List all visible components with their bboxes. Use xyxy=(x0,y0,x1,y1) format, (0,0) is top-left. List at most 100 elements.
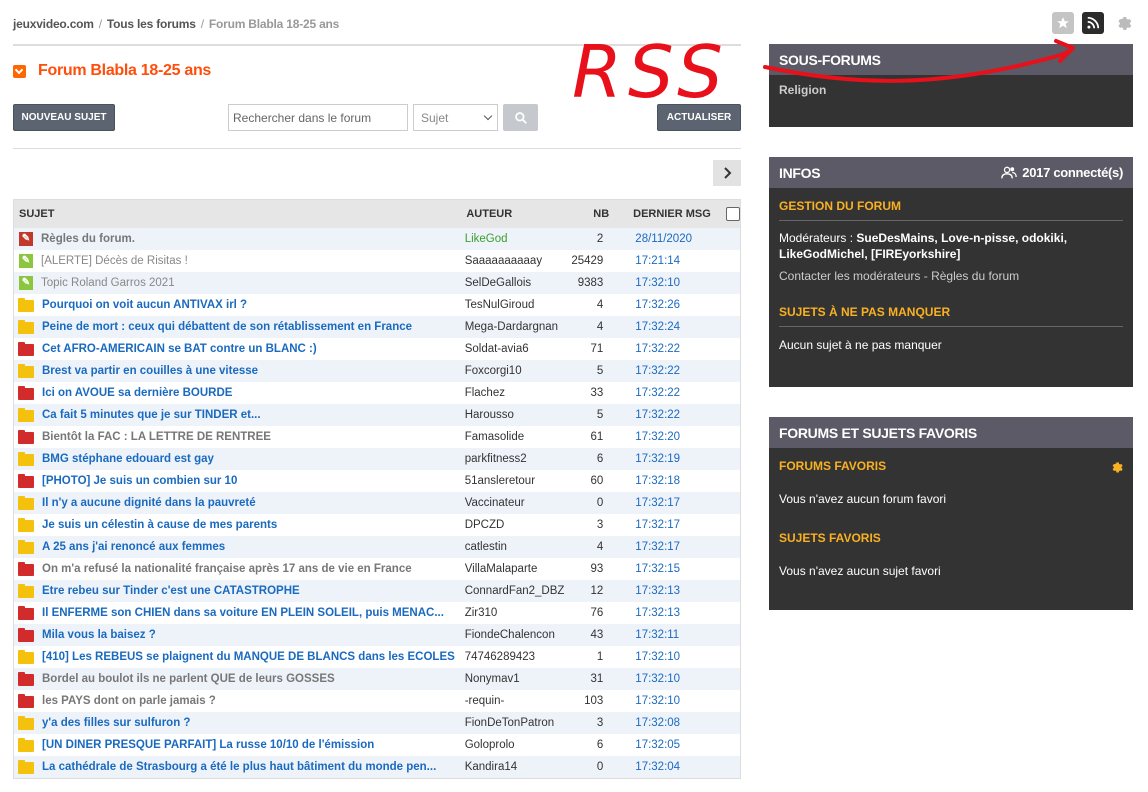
rss-icon[interactable] xyxy=(1082,12,1104,34)
table-row[interactable]: les PAYS dont on parle jamais ? -requin- 1… xyxy=(14,690,740,712)
topic-author[interactable]: Soldat-avia6 xyxy=(461,343,569,355)
topic-last-message-link[interactable]: 17:32:26 xyxy=(620,299,740,311)
table-row[interactable]: Bientôt la FAC : LA LETTRE DE RENTRÉE Fam… xyxy=(14,426,740,448)
table-row[interactable]: Pourquoi on voit aucun ANTIVAX irl ? TesN… xyxy=(14,294,740,316)
table-row[interactable]: ✎ Topic Roland Garros 2021 SelDeGallois 938… xyxy=(14,272,740,294)
topic-last-message-link[interactable]: 17:32:15 xyxy=(620,563,740,575)
topic-title-link[interactable]: [UN DÎNER PRESQUE PARFAIT] La russe 10/1… xyxy=(42,739,374,751)
topic-title-link[interactable]: Topic Roland Garros 2021 xyxy=(41,277,175,289)
topic-author[interactable]: Mega-Dardargnan xyxy=(461,321,569,333)
search-input[interactable] xyxy=(228,104,408,131)
topic-author[interactable]: Harousso xyxy=(461,409,569,421)
topic-title-link[interactable]: les PAYS dont on parle jamais ? xyxy=(42,695,216,707)
topic-last-message-link[interactable]: 17:32:22 xyxy=(620,365,740,377)
table-row[interactable]: [PHOTO] Je suis un combien sur 10 51ansle… xyxy=(14,470,740,492)
topic-author[interactable]: Nonymav1 xyxy=(461,673,569,685)
table-row[interactable]: [410] Les REBEUS se plaignent du MANQUE … xyxy=(14,646,740,668)
topic-last-message-link[interactable]: 17:32:10 xyxy=(620,651,740,663)
table-row[interactable]: Être rebeu sur Tinder c'est une CATASTRO… xyxy=(14,580,740,602)
topic-author[interactable]: DPCZD xyxy=(461,519,569,531)
table-row[interactable]: Bordel au boulot ils ne parlent QUE de l… xyxy=(14,668,740,690)
topic-last-message-link[interactable]: 17:32:13 xyxy=(620,585,740,597)
table-row[interactable]: y'a des filles sur sulfuron ? FionDeTonPa… xyxy=(14,712,740,734)
topic-author[interactable]: SelDeGallois xyxy=(461,277,569,289)
breadcrumb-site-link[interactable]: jeuxvideo.com xyxy=(13,17,94,31)
topic-title-link[interactable]: Être rebeu sur Tinder c'est une CATASTRO… xyxy=(42,585,300,597)
topic-title-link[interactable]: Cet AFRO-AMÉRICAIN se BAT contre un BLAN… xyxy=(42,343,317,355)
topic-last-message-link[interactable]: 17:32:22 xyxy=(620,409,740,421)
topic-title-link[interactable]: La cathédrale de Strasbourg a été le plu… xyxy=(42,761,436,773)
topic-title-link[interactable]: A 25 ans j'ai renoncé aux femmes xyxy=(42,541,225,553)
topic-author[interactable]: Famasolide xyxy=(461,431,569,443)
table-row[interactable]: On m'a refusé la nationalité française a… xyxy=(14,558,740,580)
topic-last-message-link[interactable]: 28/11/2020 xyxy=(620,233,740,245)
topic-last-message-link[interactable]: 17:32:10 xyxy=(620,277,740,289)
topic-last-message-link[interactable]: 17:32:17 xyxy=(620,519,740,531)
topic-title-link[interactable]: Il n'y a aucune dignité dans la pauvreté xyxy=(42,497,256,509)
topic-last-message-link[interactable]: 17:21:14 xyxy=(620,255,740,267)
topic-author[interactable]: Flachez xyxy=(461,387,569,399)
table-row[interactable]: Brest va partir en couilles à une vitess… xyxy=(14,360,740,382)
topic-author[interactable]: ConnardFan2_DBZ xyxy=(461,585,569,597)
topic-last-message-link[interactable]: 17:32:11 xyxy=(620,629,740,641)
search-button[interactable] xyxy=(503,104,538,131)
topic-title-link[interactable]: Règles du forum. xyxy=(41,233,135,245)
topic-title-link[interactable]: Je suis un célestin à cause de mes paren… xyxy=(42,519,277,531)
topic-author[interactable]: 74746289423 xyxy=(461,651,569,663)
table-row[interactable]: A 25 ans j'ai renoncé aux femmes catlesti… xyxy=(14,536,740,558)
topic-last-message-link[interactable]: 17:32:10 xyxy=(620,695,740,707)
topic-author[interactable]: Foxcorgi10 xyxy=(461,365,569,377)
topic-title-link[interactable]: y'a des filles sur sulfuron ? xyxy=(42,717,190,729)
topic-last-message-link[interactable]: 17:32:18 xyxy=(620,475,740,487)
topic-author[interactable]: catlestin xyxy=(461,541,569,553)
table-row[interactable]: Ici on AVOUE sa dernière BOURDE Flachez 33… xyxy=(14,382,740,404)
refresh-button[interactable]: ACTUALISER xyxy=(657,104,741,131)
subforum-item-religion[interactable]: Religion xyxy=(769,75,1133,98)
topic-title-link[interactable]: [PHOTO] Je suis un combien sur 10 xyxy=(42,475,237,487)
table-row[interactable]: Je suis un célestin à cause de mes paren… xyxy=(14,514,740,536)
topic-author[interactable]: Zir310 xyxy=(461,607,569,619)
table-row[interactable]: ✎ Règles du forum. LikeGod 2 28/11/2020 xyxy=(14,228,740,250)
table-row[interactable]: [UN DÎNER PRESQUE PARFAIT] La russe 10/1… xyxy=(14,734,740,756)
topic-title-link[interactable]: Bientôt la FAC : LA LETTRE DE RENTRÉE xyxy=(42,431,271,443)
topic-last-message-link[interactable]: 17:32:22 xyxy=(620,387,740,399)
contact-moderators-link[interactable]: Contacter les modérateurs xyxy=(779,269,920,283)
topic-author[interactable]: Kandira14 xyxy=(461,761,569,773)
table-row[interactable]: Mila vous la baisez ? FiondeChalencon 43 17… xyxy=(14,624,740,646)
table-row[interactable]: La cathédrale de Strasbourg a été le plu… xyxy=(14,756,740,778)
topic-author[interactable]: -requin- xyxy=(461,695,569,707)
next-page-button[interactable] xyxy=(713,160,741,186)
settings-gear-icon[interactable] xyxy=(1112,12,1134,34)
table-row[interactable]: ✎ [ALERTE] Décès de Risitas ! Saaaaaaaaaay… xyxy=(14,250,740,272)
topic-last-message-link[interactable]: 17:32:05 xyxy=(620,739,740,751)
topic-author[interactable]: FiondeChalencon xyxy=(461,629,569,641)
topic-author[interactable]: 51ansleretour xyxy=(461,475,569,487)
table-row[interactable]: Peine de mort : ceux qui débattent de so… xyxy=(14,316,740,338)
table-row[interactable]: BMG stéphane edouard est gay parkfitness2… xyxy=(14,448,740,470)
breadcrumb-forums-link[interactable]: Tous les forums xyxy=(107,17,196,31)
chevron-down-icon[interactable] xyxy=(13,64,26,78)
topic-title-link[interactable]: Il ENFERME son CHIEN dans sa voiture EN … xyxy=(42,607,444,619)
topic-last-message-link[interactable]: 17:32:22 xyxy=(620,343,740,355)
topic-last-message-link[interactable]: 17:32:13 xyxy=(620,607,740,619)
topic-title-link[interactable]: Bordel au boulot ils ne parlent QUE de l… xyxy=(42,673,335,685)
new-topic-button[interactable]: NOUVEAU SUJET xyxy=(13,104,115,131)
gear-icon[interactable] xyxy=(1109,459,1123,473)
topic-author[interactable]: Vaccinateur xyxy=(461,497,569,509)
table-row[interactable]: Il n'y a aucune dignité dans la pauvreté… xyxy=(14,492,740,514)
favorite-star-icon[interactable] xyxy=(1052,12,1074,34)
topic-last-message-link[interactable]: 17:32:17 xyxy=(620,541,740,553)
table-row[interactable]: Cet AFRO-AMÉRICAIN se BAT contre un BLAN… xyxy=(14,338,740,360)
topic-last-message-link[interactable]: 17:32:08 xyxy=(620,717,740,729)
topic-title-link[interactable]: Brest va partir en couilles à une vitess… xyxy=(42,365,258,377)
topic-last-message-link[interactable]: 17:32:19 xyxy=(620,453,740,465)
topic-title-link[interactable]: Mila vous la baisez ? xyxy=(42,629,156,641)
select-all-checkbox[interactable] xyxy=(726,207,740,221)
topic-title-link[interactable]: Ca fait 5 minutes que je sur TINDER et..… xyxy=(42,409,261,421)
topic-author[interactable]: Saaaaaaaaaay xyxy=(461,255,569,267)
topic-title-link[interactable]: Pourquoi on voit aucun ANTIVAX irl ? xyxy=(42,299,247,311)
topic-author[interactable]: parkfitness2 xyxy=(461,453,569,465)
topic-last-message-link[interactable]: 17:32:17 xyxy=(620,497,740,509)
forum-rules-link[interactable]: Règles du forum xyxy=(931,269,1019,283)
topic-last-message-link[interactable]: 17:32:24 xyxy=(620,321,740,333)
